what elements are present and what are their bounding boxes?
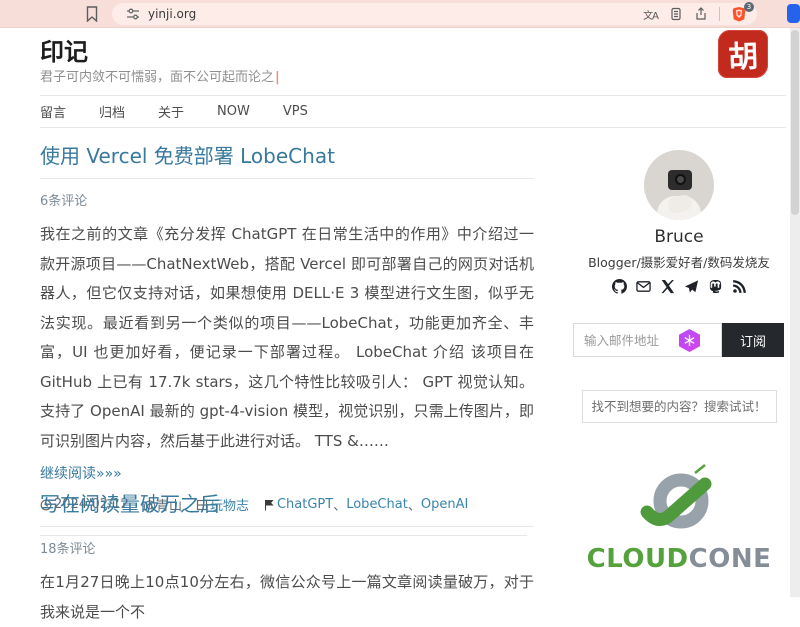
rss-icon[interactable]: [732, 279, 747, 294]
shield-badge: 3: [744, 2, 754, 12]
x-twitter-icon[interactable]: [660, 279, 675, 294]
page: 胡 印记 君子可内敛不可懦弱，面不公可起而论之| 留言 归档 关于 NOW VP…: [0, 28, 800, 597]
author-bio: Blogger/摄影爱好者/数码发烧友: [573, 252, 785, 271]
post-excerpt: 我在之前的文章《充分发挥 ChatGPT 在日常生活中的作用》中介绍过一款开源项…: [40, 220, 534, 456]
post-card: 使用 Vercel 免费部署 LobeChat 6条评论 我在之前的文章《充分发…: [40, 140, 534, 536]
scrollbar-thumb[interactable]: [791, 30, 799, 215]
post-excerpt: 在1月27日晚上10点10分左右，微信公众号上一篇文章阅读量破万，对于我来说是一…: [40, 568, 534, 627]
subscribe-form: 订阅: [573, 323, 784, 357]
address-bar[interactable]: yinji.org 文A 3: [112, 3, 757, 25]
email-icon[interactable]: [636, 279, 651, 294]
browser-profile-button[interactable]: [787, 4, 800, 23]
nav-item-message[interactable]: 留言: [40, 102, 66, 121]
nav-item-vps[interactable]: VPS: [283, 104, 308, 119]
search-input[interactable]: [582, 390, 777, 423]
telegram-icon[interactable]: [684, 279, 699, 294]
post-title-link[interactable]: 使用 Vercel 免费部署 LobeChat: [40, 140, 534, 179]
typing-cursor: |: [275, 70, 280, 85]
translate-icon[interactable]: 文A: [643, 7, 658, 22]
scrollbar[interactable]: [790, 28, 800, 597]
subscribe-button[interactable]: 订阅: [722, 323, 784, 357]
nav-item-about[interactable]: 关于: [158, 102, 184, 121]
site-seal-logo: 胡: [718, 30, 768, 78]
toolbar-separator: [719, 7, 720, 21]
share-icon[interactable]: [694, 7, 708, 21]
github-icon[interactable]: [612, 279, 627, 294]
site-settings-icon[interactable]: [126, 7, 140, 21]
reader-mode-icon[interactable]: [669, 7, 683, 21]
browser-toolbar: yinji.org 文A 3: [0, 0, 800, 28]
nav-item-archive[interactable]: 归档: [99, 102, 125, 121]
brave-shield-icon[interactable]: 3: [731, 6, 749, 22]
nav-item-now[interactable]: NOW: [217, 104, 250, 119]
cloudcone-wordmark: CLOUDCONE: [573, 544, 785, 574]
post-comments-count[interactable]: 18条评论: [40, 538, 534, 557]
post-comments-count[interactable]: 6条评论: [40, 190, 534, 209]
url-text[interactable]: yinji.org: [148, 7, 643, 21]
author-name: Bruce: [573, 227, 785, 247]
bookmark-icon[interactable]: [86, 6, 98, 22]
site-title[interactable]: 印记: [40, 32, 88, 67]
avatar[interactable]: [644, 150, 714, 220]
cloudcone-logo-icon: [619, 460, 739, 542]
main-nav: 留言 归档 关于 NOW VPS: [40, 95, 786, 128]
read-more-link[interactable]: 继续阅读»»»: [40, 463, 122, 483]
mastodon-icon[interactable]: [708, 279, 723, 294]
social-links: [573, 279, 785, 294]
post-title-link[interactable]: 写在阅读量破万之后: [40, 488, 534, 527]
site-subtitle: 君子可内敛不可懦弱，面不公可起而论之|: [40, 66, 280, 85]
post-card: 写在阅读量破万之后 18条评论 在1月27日晚上10点10分左右，微信公众号上一…: [40, 488, 534, 627]
cloudcone-ad[interactable]: CLOUDCONE: [573, 460, 785, 574]
sidebar: Bruce Blogger/摄影爱好者/数码发烧友: [573, 140, 785, 574]
seal-character: 胡: [727, 31, 759, 76]
